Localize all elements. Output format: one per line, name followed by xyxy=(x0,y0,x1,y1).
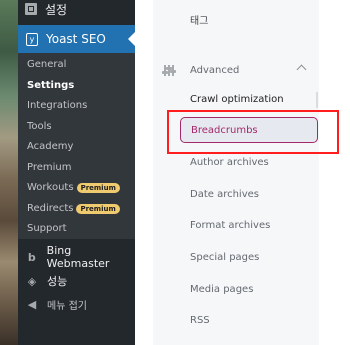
submenu-label: Academy xyxy=(27,141,74,152)
submenu-item-general[interactable]: General xyxy=(27,56,66,74)
nav-link-tags[interactable]: 태그 xyxy=(190,12,208,27)
menu-item-label: Yoast SEO xyxy=(46,32,106,46)
submenu-label: Redirects xyxy=(27,203,74,214)
menu-item-label: 설정 xyxy=(45,2,68,17)
submenu-item-premium[interactable]: Premium xyxy=(27,159,72,177)
nav-link-format-archives[interactable]: Format archives xyxy=(190,220,270,231)
background-photo xyxy=(0,0,18,345)
submenu-item-workouts[interactable]: Workouts Premium xyxy=(27,179,120,197)
nav-link-author-archives[interactable]: Author archives xyxy=(190,157,269,168)
menu-item-settings-ko[interactable]: 설정 xyxy=(18,0,135,18)
chevron-up-icon[interactable] xyxy=(296,64,307,75)
nav-link-date-archives[interactable]: Date archives xyxy=(190,189,259,200)
sliders-icon xyxy=(162,63,176,77)
settings-grid-icon xyxy=(25,3,37,15)
nav-link-crawl-optimization[interactable]: Crawl optimization xyxy=(190,94,284,105)
submenu-label: Support xyxy=(27,223,67,234)
nav-divider xyxy=(316,92,318,108)
submenu-label: Workouts xyxy=(27,182,74,193)
menu-item-bing-webmaster[interactable]: b Bing Webmaster xyxy=(18,244,135,270)
submenu-item-tools[interactable]: Tools xyxy=(27,118,52,136)
nav-group-advanced[interactable]: Advanced xyxy=(162,60,318,80)
menu-item-label: Bing Webmaster xyxy=(46,244,110,270)
yoast-submenu: General Settings Integrations Tools Acad… xyxy=(18,53,135,239)
performance-icon: ◈ xyxy=(27,274,37,288)
submenu-item-settings[interactable]: Settings xyxy=(27,77,74,95)
admin-sidebar: 설정 y Yoast SEO General Settings Integrat… xyxy=(18,0,135,345)
submenu-item-support[interactable]: Support xyxy=(27,220,67,238)
collapse-menu-icon: ◀ xyxy=(27,297,37,311)
menu-item-label: 성능 xyxy=(47,275,68,288)
submenu-label: Settings xyxy=(27,80,75,91)
submenu-item-integrations[interactable]: Integrations xyxy=(27,97,87,115)
highlight-annotation xyxy=(167,110,339,154)
submenu-label: Integrations xyxy=(27,100,88,111)
submenu-label: Premium xyxy=(27,162,72,173)
submenu-label: Tools xyxy=(27,121,52,132)
nav-group-label: Advanced xyxy=(190,64,240,76)
menu-item-yoast-seo[interactable]: y Yoast SEO xyxy=(18,25,135,53)
submenu-item-academy[interactable]: Academy xyxy=(27,138,73,156)
premium-badge: Premium xyxy=(76,204,120,214)
bing-icon: b xyxy=(27,250,36,264)
yoast-logo-icon: y xyxy=(26,32,38,46)
menu-item-label: 메뉴 접기 xyxy=(47,300,87,312)
nav-link-special-pages[interactable]: Special pages xyxy=(190,252,259,263)
collapse-menu-button[interactable]: ◀ 메뉴 접기 xyxy=(18,294,135,314)
submenu-item-redirects[interactable]: Redirects Premium xyxy=(27,200,120,218)
menu-item-performance[interactable]: ◈ 성능 xyxy=(18,271,135,291)
premium-badge: Premium xyxy=(76,183,120,193)
submenu-label: General xyxy=(27,59,67,70)
nav-link-media-pages[interactable]: Media pages xyxy=(190,284,253,295)
nav-link-rss[interactable]: RSS xyxy=(190,315,210,326)
